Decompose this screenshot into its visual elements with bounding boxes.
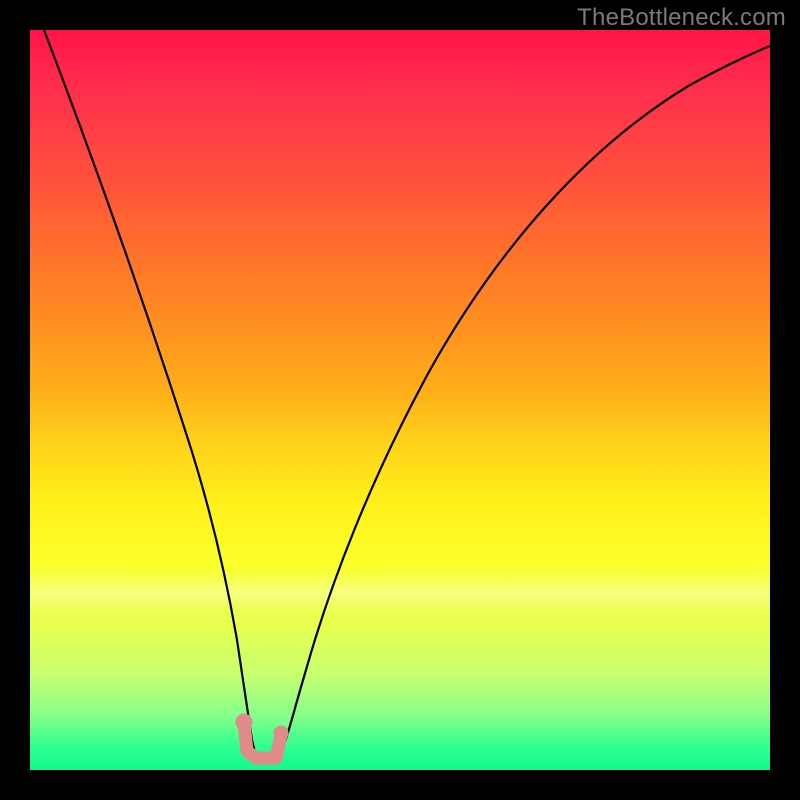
- optimal-marker: [236, 714, 289, 759]
- watermark-text: TheBottleneck.com: [577, 4, 786, 32]
- chart-frame: TheBottleneck.com: [0, 0, 800, 800]
- curve-path: [44, 30, 770, 758]
- plot-area: [30, 30, 770, 770]
- curve-layer: [30, 30, 770, 770]
- bottleneck-curve: [44, 30, 770, 758]
